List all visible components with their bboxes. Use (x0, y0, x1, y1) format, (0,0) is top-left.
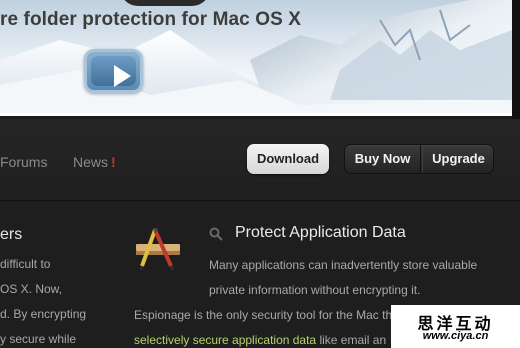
download-button[interactable]: Download (247, 144, 329, 174)
logo-fragment (120, 0, 210, 6)
left-text-line: d. By encrypting (0, 307, 87, 321)
play-icon (114, 65, 131, 87)
search-icon (209, 227, 223, 241)
feature-text-line: selectively secure application data like… (134, 333, 386, 347)
left-text-line: difficult to (0, 257, 51, 271)
upgrade-button[interactable]: Upgrade (422, 145, 494, 173)
play-video-button[interactable] (84, 49, 143, 93)
play-button-face (91, 56, 136, 87)
hero-edge (512, 0, 520, 119)
nav-forums-link[interactable]: Forums (0, 154, 47, 170)
feature-text-tail: like email an (319, 333, 387, 347)
nav-news-link[interactable]: News! (73, 154, 116, 170)
nav-news-label: News (73, 154, 109, 170)
hero-title: re folder protection for Mac OS X (0, 9, 302, 30)
feature-text-line: Many applications can inadvertently stor… (209, 258, 478, 272)
left-text-line: y secure while (0, 332, 77, 346)
watermark-url: www.ciya.cn (422, 330, 489, 342)
feature-text-line: Espionage is the only security tool for … (134, 308, 393, 322)
hero-banner: re folder protection for Mac OS X (0, 0, 512, 116)
left-text-line: OS X. Now, (0, 282, 63, 296)
application-pencil-icon (136, 228, 180, 271)
buy-now-button[interactable]: Buy Now (345, 145, 421, 173)
left-feature-heading: ers (0, 226, 23, 243)
feature-heading: Protect Application Data (235, 224, 406, 241)
feature-text-line: private information without encrypting i… (209, 283, 421, 297)
watermark: 思洋互动 www.ciya.cn (391, 305, 520, 348)
highlighted-text: selectively secure application data (134, 333, 317, 347)
purchase-button-group: Buy Now Upgrade (344, 144, 494, 174)
news-badge: ! (111, 154, 116, 170)
